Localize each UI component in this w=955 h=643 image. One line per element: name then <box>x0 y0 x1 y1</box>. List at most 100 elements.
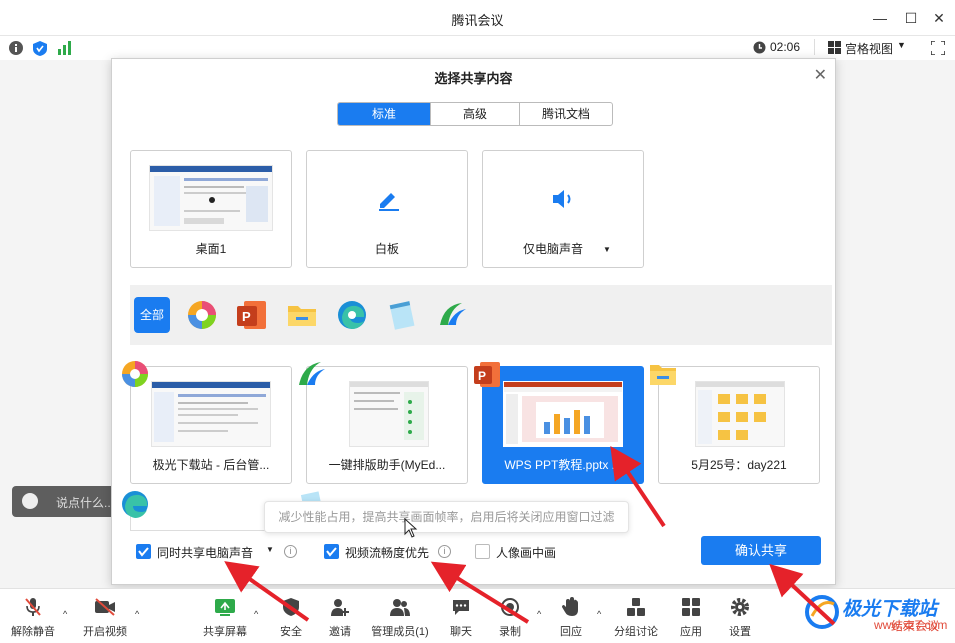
powerpoint-badge-icon: P <box>474 362 500 387</box>
window-label: 一键排版助手(MyEd... <box>328 458 446 472</box>
toolbar-label: 分组讨论 <box>614 626 658 638</box>
invite-button[interactable]: 邀请 <box>310 597 370 639</box>
watermark: 极光下载站 www.xz7.com <box>790 592 955 643</box>
browser-badge-icon <box>122 361 148 387</box>
gear-icon <box>731 598 749 616</box>
toolbar-label: 解除静音 <box>11 626 55 638</box>
powerpoint-app-icon[interactable]: P <box>234 297 270 333</box>
audio-dropdown-caret[interactable]: ▼ <box>603 245 611 254</box>
desktop-thumbnail <box>149 165 273 231</box>
notepad-app-icon[interactable] <box>384 297 420 333</box>
window-card-wps-ppt[interactable]: WPS PPT教程.pptx ... P <box>474 362 644 484</box>
watermark-logo <box>805 595 839 629</box>
share-audio-label: 同时共享电脑声音 <box>157 546 254 560</box>
mouse-cursor-icon <box>404 518 418 538</box>
share-options-caret[interactable]: ^ <box>254 609 258 619</box>
toolbar-label: 开启视频 <box>83 626 127 638</box>
share-mode-tabs: 标准 高级 腾讯文档 <box>337 102 613 126</box>
myeditor-badge-icon <box>299 362 325 385</box>
grid-view-icon[interactable] <box>828 41 841 57</box>
video-options-caret[interactable]: ^ <box>135 609 139 619</box>
settings-button[interactable]: 设置 <box>710 597 770 639</box>
portrait-pip-label: 人像画中画 <box>496 546 557 560</box>
browser-app-icon[interactable] <box>184 297 220 333</box>
info-icon[interactable]: i <box>284 545 297 558</box>
confirm-share-button[interactable]: 确认共享 <box>701 536 821 565</box>
info-icon[interactable] <box>9 41 23 58</box>
window-card-browser[interactable]: 极光下载站 - 后台管... <box>122 361 292 484</box>
dialog-close-icon[interactable]: ✕ <box>814 65 827 85</box>
manage-members-button[interactable]: 管理成员(1) <box>365 597 435 639</box>
breakout-rooms-icon <box>627 598 645 616</box>
security-shield-icon <box>283 598 299 616</box>
edge-badge-icon <box>122 491 148 518</box>
reactions-options-caret[interactable]: ^ <box>597 609 601 619</box>
myeditor-app-icon[interactable] <box>434 297 470 333</box>
window-thumbnail <box>151 381 271 447</box>
folder-app-icon[interactable] <box>284 297 320 333</box>
clock-icon <box>753 41 766 57</box>
share-screen-button[interactable]: 共享屏幕 <box>195 597 255 639</box>
info-icon[interactable]: i <box>438 545 451 558</box>
pencil-icon <box>379 193 399 211</box>
window-card-myeditor[interactable]: 一键排版助手(MyEd... <box>299 362 468 484</box>
title-bar: 腾讯会议 — ☐ ✕ <box>0 0 955 36</box>
minimize-button[interactable]: — <box>870 8 890 28</box>
members-icon <box>390 599 410 616</box>
record-icon <box>501 598 519 616</box>
folder-badge-icon <box>650 365 676 385</box>
watermark-url: www.xz7.com <box>874 618 948 632</box>
share-audio-option[interactable]: 同时共享电脑声音 ▼ i <box>136 543 311 561</box>
video-off-icon <box>95 598 115 616</box>
toolbar-label: 邀请 <box>329 626 351 638</box>
unmute-button[interactable]: 解除静音 <box>3 597 63 639</box>
fullscreen-icon[interactable] <box>930 40 946 58</box>
chat-bubble-icon <box>453 600 469 615</box>
muted-mic-icon <box>25 598 41 616</box>
svg-text:P: P <box>242 309 251 324</box>
signal-icon[interactable] <box>58 41 72 58</box>
speaker-icon <box>553 190 571 208</box>
fluency-first-option[interactable]: 视频流畅度优先 i <box>324 543 464 561</box>
meeting-timer: 02:06 <box>770 40 801 54</box>
toolbar-label: 设置 <box>729 626 751 638</box>
window-thumbnail <box>503 381 623 447</box>
portrait-pip-option[interactable]: 人像画中画 <box>475 543 585 561</box>
svg-text:P: P <box>478 369 486 383</box>
audio-option-caret[interactable]: ▼ <box>266 545 274 554</box>
close-window-button[interactable]: ✕ <box>929 8 949 28</box>
edge-app-icon[interactable] <box>334 297 370 333</box>
computer-audio-label: 仅电脑声音 <box>522 242 583 256</box>
toolbar-label: 管理成员(1) <box>371 626 429 638</box>
share-screen-icon <box>215 599 235 616</box>
window-thumbnail <box>349 381 429 447</box>
computer-audio-card[interactable]: 仅电脑声音 ▼ <box>482 150 644 268</box>
tab-advanced[interactable]: 高级 <box>430 103 520 125</box>
dialog-title: 选择共享内容 <box>434 71 513 86</box>
maximize-button[interactable]: ☐ <box>901 8 921 28</box>
portrait-pip-checkbox[interactable] <box>475 544 490 559</box>
app-filter-bar: 全部 P <box>130 285 832 345</box>
desktop-share-card[interactable]: 桌面1 <box>130 150 292 268</box>
record-button[interactable]: 录制 <box>480 597 540 639</box>
filter-all[interactable]: 全部 <box>134 297 170 333</box>
watermark-text: 极光下载站 <box>842 599 938 620</box>
start-video-button[interactable]: 开启视频 <box>75 597 135 639</box>
reactions-button[interactable]: 回应 <box>541 597 601 639</box>
breakout-rooms-button[interactable]: 分组讨论 <box>606 597 666 639</box>
whiteboard-card[interactable]: 白板 <box>306 150 468 268</box>
mic-options-caret[interactable]: ^ <box>63 609 67 619</box>
shield-icon[interactable] <box>33 41 47 59</box>
share-audio-checkbox[interactable] <box>136 544 151 559</box>
emoji-icon[interactable] <box>22 493 38 509</box>
tab-standard[interactable]: 标准 <box>338 103 430 125</box>
view-mode-label[interactable]: 宫格视图 <box>845 40 893 57</box>
fluency-checkbox[interactable] <box>324 544 339 559</box>
toolbar-label: 回应 <box>560 626 582 638</box>
window-label: 5月25号：day221 <box>691 458 787 472</box>
window-card-folder[interactable]: 5月25号：day221 <box>650 365 820 484</box>
share-content-dialog: 选择共享内容 ✕ 标准 高级 腾讯文档 桌面1 白板 仅电脑声音 ▼ 全部 P <box>111 58 836 585</box>
chat-input-pill[interactable]: 说点什么... <box>12 486 116 517</box>
chevron-down-icon[interactable]: ▼ <box>897 40 906 50</box>
tab-tencent-docs[interactable]: 腾讯文档 <box>520 103 612 125</box>
